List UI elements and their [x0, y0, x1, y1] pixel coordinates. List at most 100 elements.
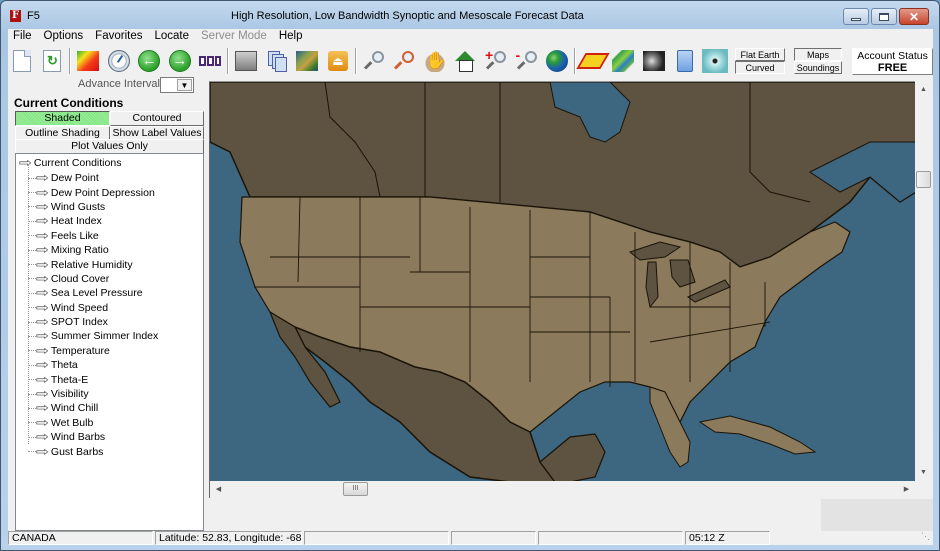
- parallelogram-button[interactable]: [576, 46, 610, 76]
- forward-arrow-icon: →: [168, 50, 191, 72]
- tree-item[interactable]: ⇨ Wind Gusts: [16, 200, 158, 214]
- tree-item[interactable]: ⇨ Mixing Ratio: [16, 243, 158, 257]
- tree-root[interactable]: ⇨ Current Conditions: [19, 156, 122, 169]
- projection-toggle: Flat Earth Curved: [735, 48, 786, 74]
- plot-values-only-button[interactable]: Plot Values Only: [15, 139, 204, 154]
- copy-pages-button[interactable]: [263, 46, 291, 76]
- advance-interval-select[interactable]: ▼: [160, 77, 194, 93]
- minimize-button[interactable]: [843, 8, 869, 25]
- eject-button[interactable]: ⏏: [324, 46, 352, 76]
- new-document-icon: [12, 50, 31, 72]
- client-area: File Options Favorites Locate Server Mod…: [8, 29, 934, 545]
- back-button[interactable]: ←: [135, 46, 163, 76]
- tree-item-label: Sea Level Pressure: [50, 287, 143, 300]
- tree-item[interactable]: ⇨ Relative Humidity: [16, 257, 158, 271]
- forward-button[interactable]: →: [166, 46, 194, 76]
- chevron-down-icon[interactable]: ▼: [177, 79, 192, 91]
- map-view[interactable]: [209, 81, 915, 481]
- flat-earth-button[interactable]: Flat Earth: [735, 48, 786, 61]
- refresh-button[interactable]: ↻: [39, 46, 67, 76]
- tree-item[interactable]: ⇨ Theta: [16, 358, 158, 372]
- frames-button[interactable]: [197, 46, 225, 76]
- wave-button[interactable]: [610, 46, 638, 76]
- tree-item[interactable]: ⇨ Gust Barbs: [16, 444, 158, 458]
- gray-image-button[interactable]: [232, 46, 260, 76]
- gauge-button[interactable]: [105, 46, 133, 76]
- vertical-scrollbar[interactable]: ▲ ▼: [915, 81, 932, 481]
- new-button[interactable]: [8, 46, 36, 76]
- heat-map-button[interactable]: [74, 46, 102, 76]
- zoom-document-button[interactable]: [390, 46, 418, 76]
- tree-item-label: Mixing Ratio: [50, 244, 109, 257]
- menu-locate[interactable]: Locate: [148, 29, 195, 45]
- menu-favorites[interactable]: Favorites: [89, 29, 148, 45]
- hurricane-icon: [702, 49, 729, 73]
- scroll-left-icon[interactable]: ◀: [210, 481, 227, 498]
- zoom-in-button[interactable]: +: [482, 46, 510, 76]
- tree-connector: [28, 335, 36, 337]
- tree-item-label: Wind Gusts: [50, 200, 106, 213]
- heat-map-icon: [77, 51, 100, 71]
- refresh-document-icon: ↻: [43, 50, 62, 72]
- scroll-up-icon[interactable]: ▲: [915, 81, 932, 98]
- arrow-right-icon: ⇨: [35, 357, 49, 373]
- calculator-button[interactable]: [671, 46, 699, 76]
- tree-connector: [28, 422, 36, 424]
- tree-item-label: Feels Like: [50, 229, 99, 242]
- contoured-button[interactable]: Contoured: [110, 111, 204, 126]
- tree-item[interactable]: ⇨ Heat Index: [16, 214, 158, 228]
- arrow-right-icon: ⇨: [35, 256, 49, 272]
- resize-grip-icon[interactable]: ⋱: [921, 531, 933, 543]
- tree-item[interactable]: ⇨ Dew Point Depression: [16, 185, 158, 199]
- tree-item[interactable]: ⇨ Dew Point: [16, 171, 158, 185]
- horizontal-scroll-thumb[interactable]: III: [343, 482, 368, 496]
- vertical-scroll-thumb[interactable]: [916, 171, 931, 188]
- tree-item-label: Theta: [50, 359, 78, 372]
- pan-button[interactable]: [421, 46, 449, 76]
- tree-item[interactable]: ⇨ Feels Like: [16, 229, 158, 243]
- account-status[interactable]: Account Status FREE: [852, 47, 934, 75]
- maps-button[interactable]: Maps: [794, 48, 843, 61]
- tree-item[interactable]: ⇨ Wind Speed: [16, 301, 158, 315]
- close-button[interactable]: ✕: [899, 8, 929, 25]
- tree-item[interactable]: ⇨ Sea Level Pressure: [16, 286, 158, 300]
- shaded-button[interactable]: Shaded: [15, 111, 110, 126]
- title-bar[interactable]: F F5 High Resolution, Low Bandwidth Syno…: [1, 1, 939, 29]
- menu-help[interactable]: Help: [273, 29, 309, 45]
- tree-item-label: Wind Speed: [50, 301, 109, 314]
- tree-item-label: Wind Chill: [50, 402, 99, 415]
- parameter-tree: ⇨ Current Conditions ⇨ Dew Point ⇨ Dew Poin…: [15, 153, 204, 531]
- scroll-right-icon[interactable]: ▶: [898, 481, 915, 498]
- hurricane-button[interactable]: [701, 46, 729, 76]
- curved-button[interactable]: Curved: [735, 61, 786, 74]
- tree-connector: [28, 220, 36, 222]
- bw-image-button[interactable]: [640, 46, 668, 76]
- horizontal-scrollbar[interactable]: ◀ III ▶: [209, 481, 915, 498]
- arrow-right-icon: ⇨: [35, 429, 49, 445]
- menu-file[interactable]: File: [8, 29, 38, 45]
- app-window: F F5 High Resolution, Low Bandwidth Syno…: [0, 0, 940, 551]
- tree-item-label: Temperature: [50, 344, 110, 357]
- tree-item[interactable]: ⇨ SPOT Index: [16, 315, 158, 329]
- tree-item[interactable]: ⇨ Temperature: [16, 344, 158, 358]
- tree-item[interactable]: ⇨ Wind Barbs: [16, 430, 158, 444]
- tree-connector: [28, 350, 36, 352]
- tree-item[interactable]: ⇨ Summer Simmer Index: [16, 329, 158, 343]
- tree-item[interactable]: ⇨ Visibility: [16, 387, 158, 401]
- maximize-button[interactable]: [871, 8, 897, 25]
- home-button[interactable]: [452, 46, 480, 76]
- status-cell-3: [304, 531, 449, 545]
- tree-item[interactable]: ⇨ Cloud Cover: [16, 272, 158, 286]
- tree-item[interactable]: ⇨ Wet Bulb: [16, 416, 158, 430]
- menu-options[interactable]: Options: [38, 29, 90, 45]
- magnifier-button[interactable]: [360, 46, 388, 76]
- tree-item[interactable]: ⇨ Wind Chill: [16, 401, 158, 415]
- satellite-map-button[interactable]: [293, 46, 321, 76]
- zoom-out-button[interactable]: -: [513, 46, 541, 76]
- status-cell-4: [451, 531, 536, 545]
- soundings-button[interactable]: Soundings: [794, 61, 843, 74]
- globe-button[interactable]: [543, 46, 571, 76]
- tree-item-label: Theta-E: [50, 373, 89, 386]
- scroll-down-icon[interactable]: ▼: [915, 464, 932, 481]
- tree-item[interactable]: ⇨ Theta-E: [16, 372, 158, 386]
